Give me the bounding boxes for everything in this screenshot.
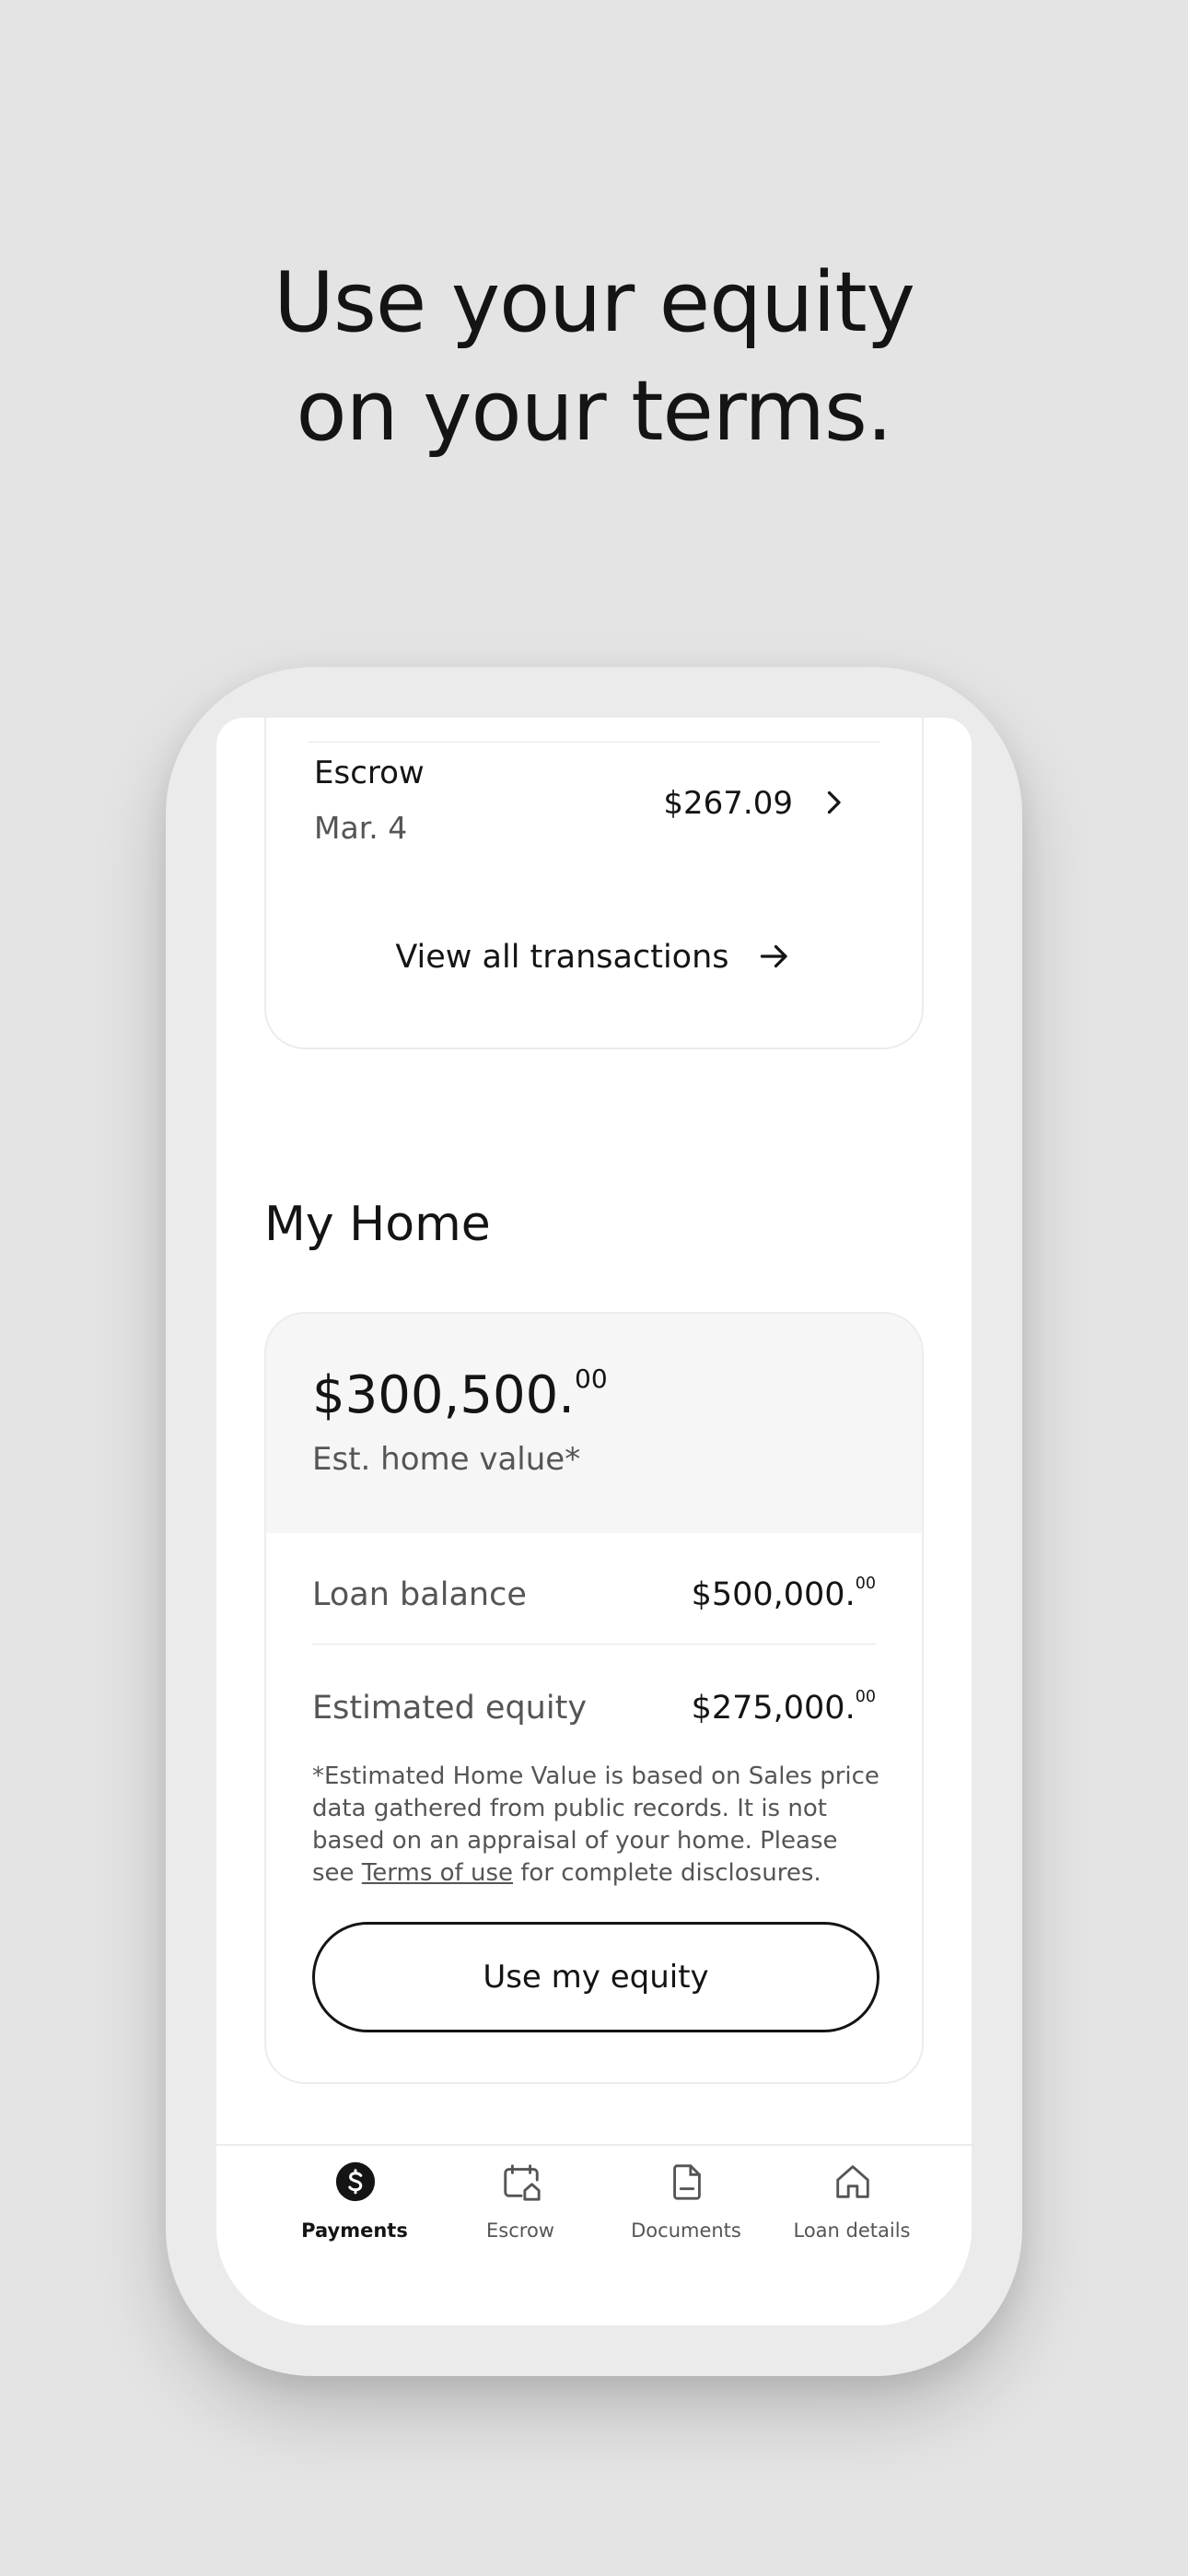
home-equity-card: $300,500.00 Est. home value* Loan balanc… (264, 1312, 924, 2084)
headline-line-1: Use your equity (274, 254, 915, 351)
estimated-equity-label: Estimated equity (312, 1690, 588, 1727)
tab-label: Escrow (486, 2219, 554, 2242)
headline: Use your equity on your terms. (0, 249, 1188, 466)
phone-screen: Escrow Mar. 4 $267.09 View all transacti… (216, 718, 972, 2325)
transaction-row-escrow[interactable]: Escrow Mar. 4 $267.09 (266, 718, 922, 874)
disclaimer-text: *Estimated Home Value is based on Sales … (312, 1762, 879, 1887)
tab-payments[interactable]: Payments (272, 2146, 437, 2275)
arrow-right-icon (760, 944, 787, 968)
my-home-title: My Home (264, 1197, 491, 1252)
tab-label: Payments (301, 2219, 408, 2242)
tab-label: Loan details (793, 2219, 911, 2242)
use-my-equity-button[interactable]: Use my equity (312, 1922, 879, 2032)
estimated-equity-amount: $275,000.00 (691, 1688, 876, 1727)
calendar-home-icon (504, 2164, 541, 2201)
transactions-card: Escrow Mar. 4 $267.09 View all transacti… (264, 718, 924, 1049)
home-icon (836, 2165, 869, 2198)
terms-of-use-link[interactable]: Terms of use (362, 1859, 513, 1887)
transaction-date: Mar. 4 (314, 810, 408, 846)
view-all-label: View all transactions (395, 939, 729, 976)
transaction-title: Escrow (314, 755, 425, 791)
view-all-transactions-link[interactable]: View all transactions (266, 939, 922, 976)
loan-balance-amount: $500,000.00 (691, 1575, 876, 1613)
home-value-label: Est. home value* (312, 1441, 581, 1478)
tab-documents[interactable]: Documents (603, 2146, 769, 2275)
phone-frame: Escrow Mar. 4 $267.09 View all transacti… (166, 667, 1022, 2376)
app-store-screenshot: Use your equity on your terms. Escrow Ma… (0, 0, 1188, 2576)
loan-balance-label: Loan balance (312, 1576, 527, 1613)
chevron-right-icon (827, 790, 841, 814)
transaction-amount: $267.09 (663, 785, 793, 822)
tab-loan-details[interactable]: Loan details (769, 2146, 935, 2275)
divider (312, 1644, 876, 1645)
bottom-tab-bar: Payments Escrow Documents Loan details (216, 2144, 972, 2325)
document-icon (673, 2164, 701, 2200)
headline-line-2: on your terms. (296, 363, 893, 460)
dollar-circle-icon (335, 2161, 376, 2202)
tab-escrow[interactable]: Escrow (437, 2146, 603, 2275)
tab-label: Documents (631, 2219, 741, 2242)
home-value-header: $300,500.00 Est. home value* (266, 1314, 922, 1533)
home-value-amount: $300,500.00 (312, 1364, 608, 1425)
